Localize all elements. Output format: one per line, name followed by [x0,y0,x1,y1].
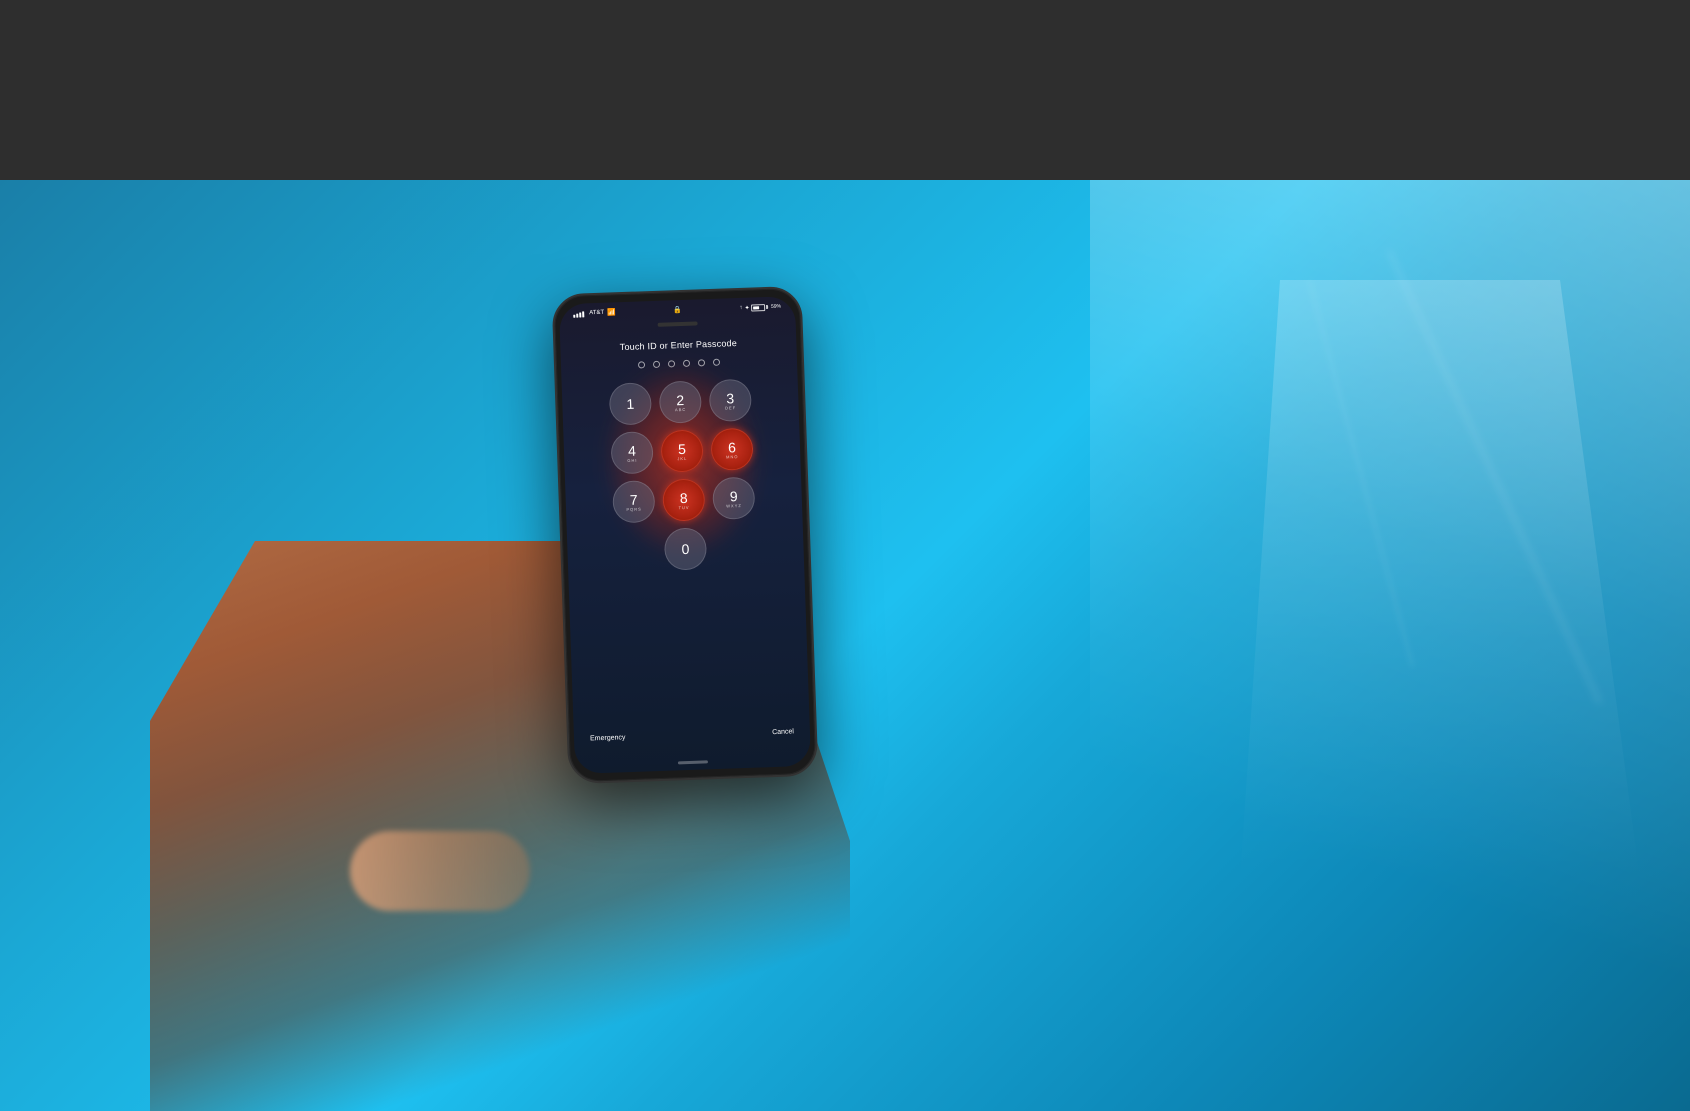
status-center: 🔒 [673,306,682,314]
key-5-letters: JKL [677,456,687,460]
passcode-area: Touch ID or Enter Passcode 1 [560,328,811,761]
key-6-number: 6 [728,440,736,454]
passcode-title: Touch ID or Enter Passcode [620,338,738,352]
key-1[interactable]: 1 [609,382,652,425]
key-8-number: 8 [680,490,688,504]
battery-icon [751,303,768,311]
keypad-row-2: 4 GHI 5 JKL 6 MNO [610,428,753,475]
key-0-number: 0 [681,542,689,556]
signal-bar-1 [573,314,575,317]
key-2-number: 2 [676,392,684,406]
signal-bar-4 [582,311,584,317]
key-7-letters: PQRS [626,507,641,512]
key-2-letters: ABC [675,407,686,411]
key-8-letters: TUV [678,505,689,509]
cancel-button[interactable]: Cancel [772,728,794,736]
wifi-icon: 📶 [607,308,616,316]
passcode-dot-6 [713,359,720,366]
phone: AT&T 📶 🔒 ↑ ✦ 59% [552,286,819,784]
key-4-number: 4 [628,443,636,457]
speaker [658,321,698,326]
key-1-number: 1 [626,396,634,410]
key-3-letters: DEF [725,406,736,410]
key-0[interactable]: 0 [664,527,707,570]
keypad-row-1: 1 2 ABC 3 DEF [609,379,752,426]
battery-body [751,304,765,311]
key-9[interactable]: 9 WXYZ [712,477,755,520]
home-indicator [678,760,708,764]
carrier-label: AT&T [589,310,604,317]
key-2[interactable]: 2 ABC [659,380,702,423]
location-icon: ↑ [739,305,742,311]
finger-highlight [350,831,530,911]
emergency-button[interactable]: Emergency [590,734,626,742]
key-4-letters: GHI [627,458,637,462]
lock-icon: 🔒 [673,307,682,314]
keypad-row-3: 7 PQRS 8 TUV 9 WXYZ [612,477,755,524]
signal-bar-2 [576,313,578,317]
background-top [0,0,1690,200]
keypad-row-4: 0 [664,527,707,570]
bluetooth-icon: ✦ [744,304,749,311]
key-6-letters: MNO [726,455,738,459]
battery-label: 59% [771,304,781,310]
key-5-number: 5 [678,441,686,455]
key-3-number: 3 [726,391,734,405]
phone-bottom-buttons: Emergency Cancel [574,718,811,753]
signal-bar-3 [579,312,581,317]
phone-screen: AT&T 📶 🔒 ↑ ✦ 59% [559,296,811,774]
status-left: AT&T 📶 [573,308,616,317]
key-4[interactable]: 4 GHI [610,431,653,474]
signal-bars [573,310,584,317]
key-5[interactable]: 5 JKL [660,429,703,472]
passcode-dot-1 [638,361,645,368]
key-8[interactable]: 8 TUV [662,478,705,521]
key-3[interactable]: 3 DEF [709,379,752,422]
status-right: ↑ ✦ 59% [739,303,781,311]
keypad: 1 2 ABC 3 DEF [609,379,758,573]
key-9-letters: WXYZ [726,504,742,509]
phone-body: AT&T 📶 🔒 ↑ ✦ 59% [552,286,819,784]
battery-fill [754,306,760,309]
key-7-number: 7 [630,492,638,506]
key-7[interactable]: 7 PQRS [612,480,655,523]
key-6[interactable]: 6 MNO [710,428,753,471]
key-9-number: 9 [730,489,738,503]
status-bar: AT&T 📶 🔒 ↑ ✦ 59% [559,296,795,322]
battery-tip [767,305,769,309]
